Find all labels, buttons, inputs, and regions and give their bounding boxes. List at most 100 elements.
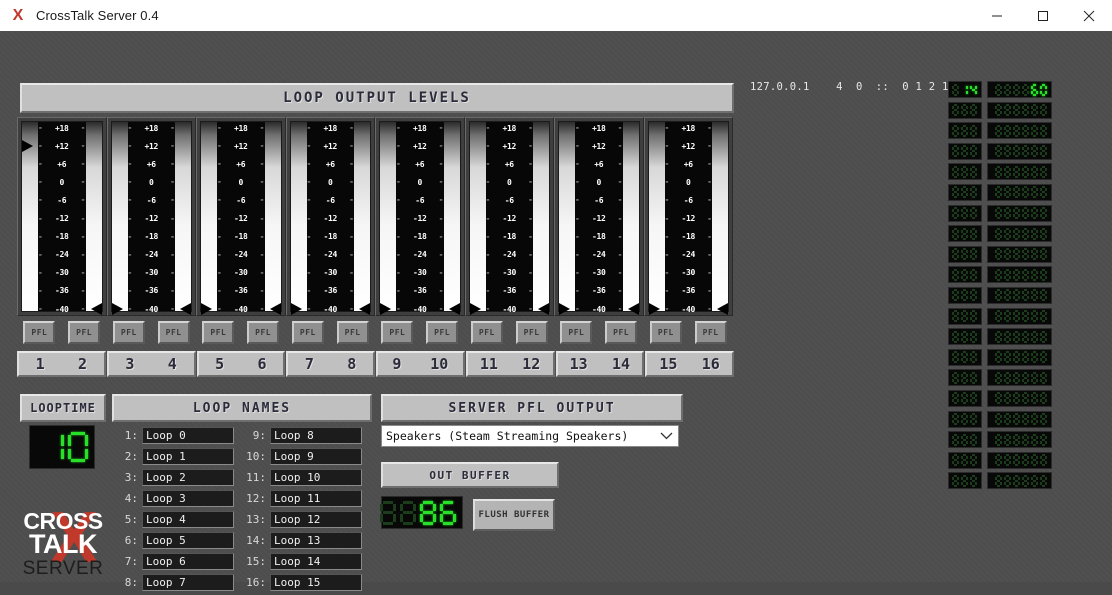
pfl-button-10[interactable]: PFL <box>426 321 459 344</box>
pfl-button-7[interactable]: PFL <box>291 321 324 344</box>
meter-scale-tick: - +18- <box>217 123 265 133</box>
loop-name-input-b-6[interactable]: Loop 13 <box>270 532 362 549</box>
loop-name-input-a-7[interactable]: Loop 6 <box>142 553 234 570</box>
pfl-button-13[interactable]: PFL <box>560 321 593 344</box>
loop-name-input-a-3[interactable]: Loop 2 <box>142 469 234 486</box>
meter-scale: - +18- - +12- - +6- -0- - -6- - -12- - -18- - -24- - -30… <box>217 122 265 314</box>
meter-scale-tick: -0- <box>128 177 176 187</box>
seven-segment-digit <box>400 500 416 525</box>
meter-scale-tick: - -18- <box>217 232 265 242</box>
channel-number-cell: 34 <box>106 351 196 377</box>
pfl-button-3[interactable]: PFL <box>112 321 145 344</box>
seven-segment-digit <box>1031 165 1038 178</box>
tick-label: -40 <box>323 304 338 314</box>
meter-scale-tick: - -12- <box>486 214 534 224</box>
meter-scale-tick: - +12- <box>307 141 355 151</box>
tick-label: -18 <box>144 232 159 242</box>
meter-marker-right <box>180 303 191 315</box>
seven-segment-digit <box>961 165 968 178</box>
meter-scale-tick: - -40- <box>396 304 444 314</box>
tick-label: -36 <box>144 286 159 296</box>
pfl-button-5[interactable]: PFL <box>202 321 235 344</box>
meter-pair: - +18- - +12- - +6- -0- - -6- - -12- - -18- - -24- - -30… <box>106 117 196 316</box>
meter-scale-tick: - +18- <box>128 123 176 133</box>
pfl-button-8[interactable]: PFL <box>336 321 369 344</box>
lcd-large-14 <box>987 348 1052 366</box>
seven-segment-digit <box>970 104 977 117</box>
pfl-button-2[interactable]: PFL <box>68 321 101 344</box>
meter-scale-tick: - -18- <box>575 232 623 242</box>
loop-name-input-b-8[interactable]: Loop 15 <box>270 574 362 591</box>
lcd-readout-row <box>948 122 1052 140</box>
meter-body: - +18- - +12- - +6- -0- - -6- - -12- - -18- - -24- - -30… <box>558 121 640 315</box>
meter-scale-tick: - -30- <box>38 268 86 278</box>
pfl-button-12[interactable]: PFL <box>515 321 548 344</box>
seven-segment-digit <box>1031 104 1038 117</box>
loop-name-input-b-1[interactable]: Loop 8 <box>270 427 362 444</box>
tick-label: -12 <box>144 214 159 223</box>
loop-name-index: 6: <box>124 534 138 547</box>
flush-buffer-button[interactable]: FLUSH BUFFER <box>473 499 555 531</box>
close-icon[interactable] <box>1066 0 1112 31</box>
seven-segment-digit <box>961 289 968 302</box>
meter-scale-tick: - -6- <box>665 195 713 205</box>
tick-label: +6 <box>325 159 335 169</box>
seven-segment-digit <box>1040 392 1047 405</box>
tick-label: -18 <box>323 232 338 242</box>
tick-label: -18 <box>54 232 69 242</box>
maximize-icon[interactable] <box>1020 0 1066 31</box>
loop-name-input-b-5[interactable]: Loop 12 <box>270 511 362 528</box>
seven-segment-digit <box>1022 413 1029 425</box>
loop-name-input-a-2[interactable]: Loop 1 <box>142 448 234 465</box>
tick-dash-right: - <box>349 231 354 241</box>
tick-label: -36 <box>54 286 69 296</box>
pfl-button-6[interactable]: PFL <box>247 321 280 344</box>
pfl-button-14[interactable]: PFL <box>605 321 638 344</box>
channel-number-12: 12 <box>522 355 541 373</box>
pfl-device-select[interactable]: Speakers (Steam Streaming Speakers) <box>381 425 679 447</box>
meter-scale-tick: - -30- <box>396 268 444 278</box>
loop-output-levels-header: LOOP OUTPUT LEVELS <box>20 83 734 113</box>
loop-name-input-a-5[interactable]: Loop 4 <box>142 511 234 528</box>
loop-name-input-b-4[interactable]: Loop 11 <box>270 490 362 507</box>
meter-scale-tick: - -36- <box>396 286 444 296</box>
minimize-icon[interactable] <box>974 0 1020 31</box>
meter-scale-tick: - -6- <box>128 195 176 205</box>
loop-name-input-a-8[interactable]: Loop 7 <box>142 574 234 591</box>
meter-scale-tick: - +12- <box>575 141 623 151</box>
seven-segment-digit <box>1031 474 1038 487</box>
crosstalk-logo: X CROSS TALK SERVER <box>22 502 104 595</box>
meter-pair: - +18- - +12- - +6- -0- - -6- - -12- - -18- - -24- - -30… <box>285 117 375 316</box>
pfl-button-4[interactable]: PFL <box>157 321 190 344</box>
tick-label: +12 <box>144 141 159 151</box>
tick-label: -24 <box>144 250 159 260</box>
channel-number-6: 6 <box>257 355 267 373</box>
meter-marker-left <box>469 303 481 315</box>
meter-scale-tick: - +18- <box>486 123 534 133</box>
seven-segment-digit <box>970 474 977 487</box>
pfl-button-11[interactable]: PFL <box>470 321 503 344</box>
loop-name-input-b-2[interactable]: Loop 9 <box>270 448 362 465</box>
pfl-button-9[interactable]: PFL <box>381 321 414 344</box>
loop-name-input-b-3[interactable]: Loop 10 <box>270 469 362 486</box>
lcd-large-18 <box>987 431 1052 449</box>
meter-scale-tick: - -40- <box>217 304 265 314</box>
loop-name-input-a-4[interactable]: Loop 3 <box>142 490 234 507</box>
meter-bar-left <box>290 122 307 311</box>
tick-label: -24 <box>54 250 69 260</box>
tick-dash-right: - <box>528 249 533 259</box>
channel-number-5: 5 <box>215 355 225 373</box>
tick-dash-right: - <box>259 285 265 295</box>
meter-scale-tick: -0- <box>665 177 713 187</box>
loop-name-input-b-7[interactable]: Loop 14 <box>270 553 362 570</box>
seven-segment-digit <box>1013 186 1020 199</box>
meter-marker-right <box>538 303 549 315</box>
loop-name-input-a-6[interactable]: Loop 5 <box>142 532 234 549</box>
seven-segment-digit <box>380 500 396 525</box>
pfl-button-1[interactable]: PFL <box>23 321 56 344</box>
loop-name-input-a-1[interactable]: Loop 0 <box>142 427 234 444</box>
tick-label: +6 <box>236 159 246 169</box>
tick-label: -6 <box>594 195 604 205</box>
pfl-button-15[interactable]: PFL <box>649 321 682 344</box>
pfl-button-16[interactable]: PFL <box>694 321 727 344</box>
